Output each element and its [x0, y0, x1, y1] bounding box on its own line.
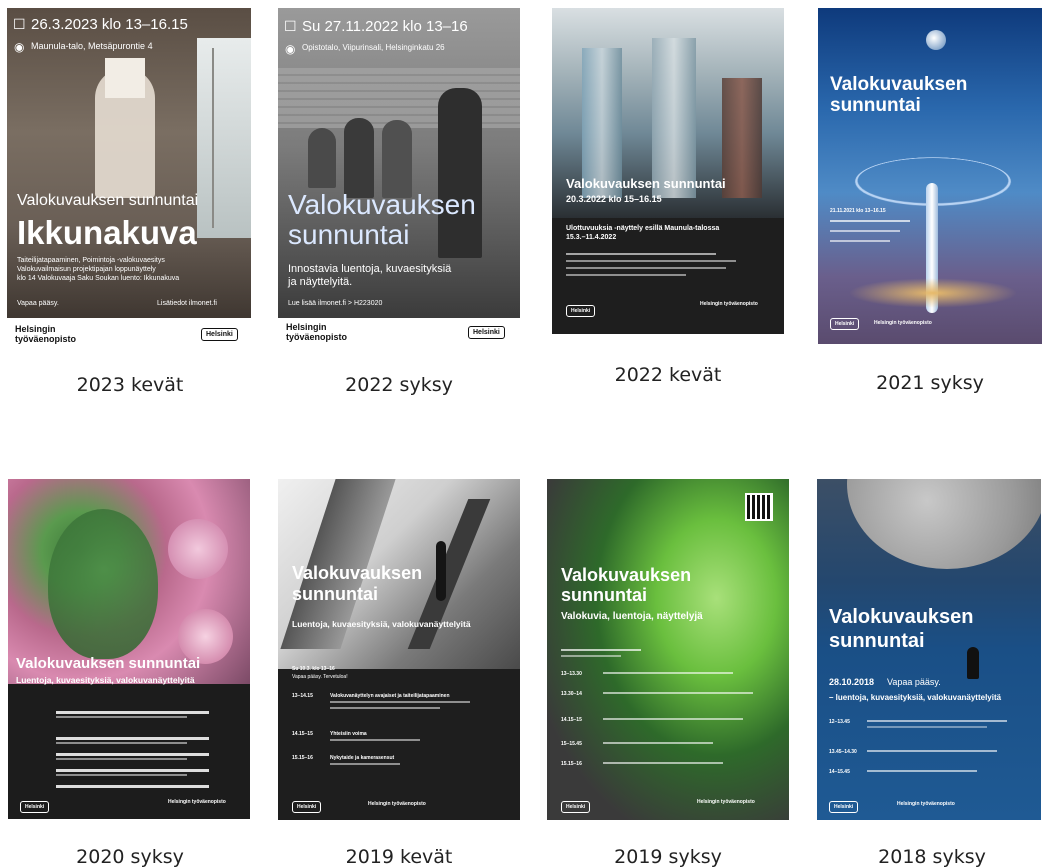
- poster-place: Maunula-talo, Metsäpurontie 4: [31, 41, 153, 51]
- poster-date: Su 10.3. klo 13–16: [292, 666, 335, 672]
- helsinki-logo: Helsinki: [468, 326, 505, 339]
- poster-subtitle: Luentoja, kuvaesityksiä, valokuvanäyttel…: [292, 619, 471, 629]
- helsinki-logo: Helsinki: [292, 801, 322, 813]
- poster-date: 21.11.2021 klo 13–16.15: [830, 208, 886, 214]
- helsinki-logo: Helsinki: [566, 305, 596, 317]
- poster-card-2022-kevat[interactable]: Valokuvauksen sunnuntai 20.3.2022 klo 15…: [530, 0, 800, 420]
- poster-subtitle: – luentoja, kuvaesityksiä, valokuvanäytt…: [829, 693, 1002, 702]
- poster-caption: 2022 kevät: [614, 364, 722, 386]
- poster-description: Taiteilijatapaaminen, Poimintoja -valoku…: [17, 257, 180, 282]
- program-item: Nykytaide ja kamerasensut: [330, 755, 395, 761]
- poster-date: 20.3.2022 klo 15–16.15: [566, 194, 662, 204]
- poster-subtitle: Ulottuvuuksia -näyttely esillä Maunula-t…: [566, 225, 720, 241]
- poster-title: Valokuvauksen sunnuntai: [566, 176, 726, 191]
- poster-more-info: Lisätiedot ilmonet.fi: [157, 300, 217, 307]
- poster-card-2018-syksy[interactable]: Valokuvauksen sunnuntai 28.10.2018 Vapaa…: [800, 470, 1047, 868]
- poster-card-2020-syksy[interactable]: Valokuvauksen sunnuntai Luentoja, kuvaes…: [0, 470, 260, 868]
- poster-org-name: Helsingin työväenopisto: [15, 324, 77, 344]
- poster-caption: 2020 syksy: [76, 846, 184, 868]
- poster-title-small: Valokuvauksen sunnuntai: [17, 192, 199, 209]
- poster-card-2022-syksy[interactable]: ☐ Su 27.11.2022 klo 13–16 ◉ Opistotalo, …: [260, 0, 530, 420]
- program-item: Valokuvanäyttelyn avajaiset ja taiteilij…: [330, 693, 450, 699]
- poster-card-2019-syksy[interactable]: Valokuvauksen sunnuntai Valokuvia, luent…: [530, 470, 800, 868]
- poster-image-2023-kevat: ☐ 26.3.2023 klo 13–16.15 ◉ Maunula-talo,…: [7, 8, 251, 353]
- helsinki-logo: Helsinki: [830, 318, 860, 330]
- poster-title: Valokuvauksen sunnuntai: [288, 189, 476, 250]
- poster-caption: 2021 syksy: [876, 372, 984, 394]
- program-time: 14–15.45: [829, 769, 850, 775]
- poster-title: Valokuvauksen sunnuntai: [829, 606, 974, 652]
- program-time: 15.15–16: [292, 755, 313, 761]
- poster-caption: 2019 kevät: [345, 846, 453, 868]
- poster-image-2019-kevat: Valokuvauksen sunnuntai Luentoja, kuvaes…: [278, 479, 520, 820]
- poster-image-2021-syksy: Valokuvauksen sunnuntai 21.11.2021 klo 1…: [818, 8, 1042, 344]
- poster-subtitle: Innostavia luentoja, kuvaesityksiä ja nä…: [288, 263, 452, 288]
- helsinki-logo: Helsinki: [561, 801, 591, 813]
- poster-more-info: Lue lisää ilmonet.fi > H223020: [288, 300, 383, 307]
- poster-free-entry: Vapaa pääsy.: [887, 677, 941, 687]
- location-pin-icon: ◉: [14, 40, 25, 54]
- helsinki-logo: Helsinki: [829, 801, 859, 813]
- poster-org-name: Helsingin työväenopisto: [874, 320, 932, 326]
- poster-image-2020-syksy: Valokuvauksen sunnuntai Luentoja, kuvaes…: [8, 479, 250, 819]
- poster-image-2022-syksy: ☐ Su 27.11.2022 klo 13–16 ◉ Opistotalo, …: [278, 8, 520, 353]
- poster-org-name: Helsingin työväenopisto: [700, 301, 758, 307]
- program-time: 13–13.30: [561, 671, 582, 677]
- poster-title: Valokuvauksen sunnuntai: [292, 563, 423, 604]
- poster-title: Valokuvauksen sunnuntai: [830, 74, 968, 116]
- poster-org-name: Helsingin työväenopisto: [368, 801, 426, 807]
- poster-place: Opistotalo, Viipurinsali, Helsinginkatu …: [302, 43, 445, 52]
- poster-date: 26.3.2023 klo 13–16.15: [31, 16, 188, 33]
- poster-free-entry: Vapaa pääsy.: [17, 300, 59, 307]
- poster-date: 28.10.2018: [829, 677, 875, 687]
- program-time: 13.45–14.30: [829, 749, 857, 755]
- poster-date: Su 27.11.2022 klo 13–16: [302, 18, 468, 35]
- calendar-icon: ☐: [13, 16, 26, 32]
- poster-org-name: Helsingin työväenopisto: [897, 801, 955, 807]
- program-time: 13.30–14: [561, 691, 582, 697]
- poster-card-2023-kevat[interactable]: ☐ 26.3.2023 klo 13–16.15 ◉ Maunula-talo,…: [0, 0, 260, 420]
- poster-card-2021-syksy[interactable]: Valokuvauksen sunnuntai 21.11.2021 klo 1…: [800, 0, 1047, 420]
- program-time: 12–13.45: [829, 719, 850, 725]
- poster-caption: 2018 syksy: [878, 846, 986, 868]
- poster-image-2022-kevat: Valokuvauksen sunnuntai 20.3.2022 klo 15…: [552, 8, 784, 334]
- poster-free-entry: Vapaa pääsy. Tervetuloa!: [292, 674, 348, 680]
- poster-subtitle: Luentoja, kuvaesityksiä, valokuvanäyttel…: [16, 675, 195, 685]
- poster-title-big: Ikkunakuva: [17, 214, 197, 251]
- poster-card-2019-kevat[interactable]: Valokuvauksen sunnuntai Luentoja, kuvaes…: [260, 470, 530, 868]
- calendar-icon: ☐: [284, 18, 297, 34]
- program-time: 14.15–15: [292, 731, 313, 737]
- helsinki-logo: Helsinki: [201, 328, 238, 341]
- poster-org-name: Helsingin työväenopisto: [697, 799, 755, 805]
- poster-org-name: Helsingin työväenopisto: [286, 322, 348, 342]
- program-time: 15.15–16: [561, 761, 582, 767]
- poster-subtitle: Valokuvia, luentoja, näyttelyjä: [561, 611, 703, 622]
- program-time: 13–14.15: [292, 693, 313, 699]
- program-time: 14.15–15: [561, 717, 582, 723]
- poster-image-2018-syksy: Valokuvauksen sunnuntai 28.10.2018 Vapaa…: [817, 479, 1041, 820]
- program-item: Yhteisiin voima: [330, 731, 367, 737]
- helsinki-logo: Helsinki: [20, 801, 50, 813]
- location-pin-icon: ◉: [285, 42, 296, 56]
- poster-caption: 2022 syksy: [345, 374, 453, 396]
- poster-title: Valokuvauksen sunnuntai: [561, 565, 692, 605]
- poster-title: Valokuvauksen sunnuntai: [16, 655, 201, 672]
- poster-caption: 2019 syksy: [614, 846, 722, 868]
- poster-caption: 2023 kevät: [76, 374, 184, 396]
- program-time: 15–15.45: [561, 741, 582, 747]
- poster-image-2019-syksy: Valokuvauksen sunnuntai Valokuvia, luent…: [547, 479, 789, 820]
- poster-org-name: Helsingin työväenopisto: [168, 799, 226, 805]
